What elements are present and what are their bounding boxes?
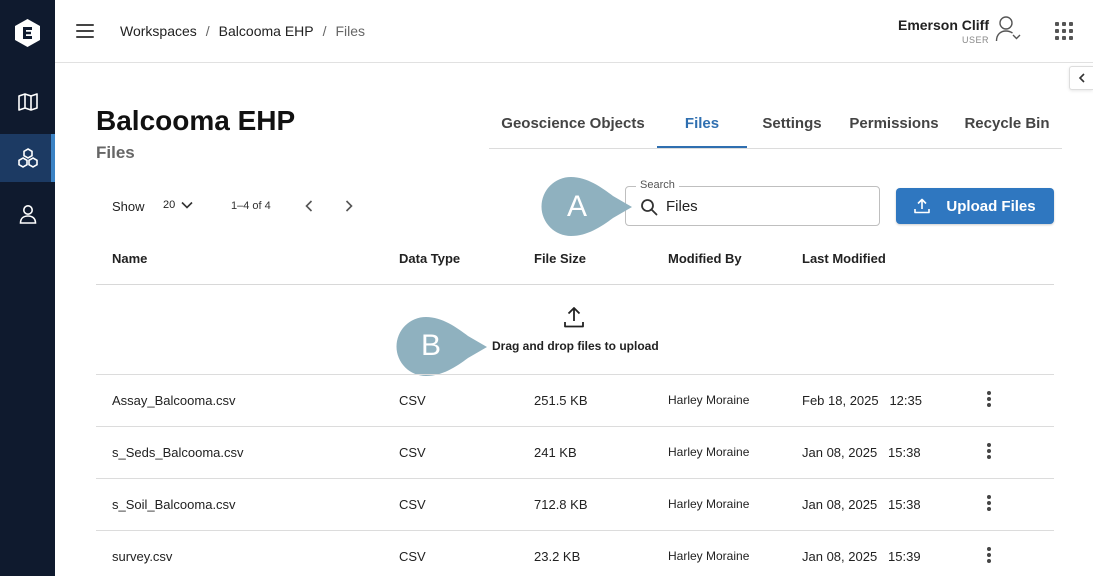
upload-icon (914, 198, 931, 214)
breadcrumb-separator: / (322, 23, 327, 39)
table-row[interactable]: s_Soil_Balcooma.csv CSV 712.8 KB Harley … (96, 478, 1054, 530)
tab-permissions[interactable]: Permissions (841, 100, 947, 148)
search-label: Search (636, 179, 679, 191)
chevron-right-icon (345, 200, 353, 212)
chevron-left-icon (305, 200, 313, 212)
table-row[interactable]: s_Seds_Balcooma.csv CSV 241 KB Harley Mo… (96, 426, 1054, 478)
file-name[interactable]: s_Seds_Balcooma.csv (112, 445, 244, 460)
column-header-last-modified[interactable]: Last Modified (802, 251, 886, 266)
column-header-file-size[interactable]: File Size (534, 251, 586, 266)
file-type: CSV (399, 445, 426, 460)
top-bar: Workspaces / Balcooma EHP / Files Emerso… (55, 0, 1093, 63)
modified-by: Harley Moraine (668, 445, 750, 459)
last-modified: Jan 08, 2025 15:38 (802, 445, 921, 460)
tab-geoscience-objects[interactable]: Geoscience Objects (489, 100, 657, 148)
map-icon (17, 93, 38, 111)
last-modified: Jan 08, 2025 15:38 (802, 497, 921, 512)
per-page-select[interactable]: 20 (163, 199, 193, 211)
rail-item-profile[interactable] (0, 190, 55, 238)
user-icon[interactable] (995, 15, 1023, 43)
page-title: Balcooma EHP (96, 105, 296, 136)
header-divider (96, 284, 1054, 285)
kebab-menu-icon[interactable] (985, 391, 993, 411)
file-name[interactable]: Assay_Balcooma.csv (112, 393, 236, 408)
rail-item-map[interactable] (0, 78, 55, 126)
callout-b-letter: B (421, 329, 442, 362)
callout-a-letter: A (567, 190, 588, 223)
search-input[interactable] (666, 195, 866, 217)
tab-bar: Geoscience Objects Files Settings Permis… (489, 100, 1062, 149)
user-role: USER (961, 35, 989, 45)
breadcrumb-separator: / (205, 23, 210, 39)
callout-b-marker (396, 317, 487, 376)
app-logo-icon[interactable] (15, 19, 40, 47)
tab-files[interactable]: Files (657, 100, 747, 148)
chevron-down-icon (181, 201, 193, 209)
breadcrumb-workspaces[interactable]: Workspaces (120, 23, 197, 39)
file-size: 23.2 KB (534, 549, 581, 564)
previous-page-button[interactable] (299, 196, 319, 216)
kebab-menu-icon[interactable] (985, 495, 993, 515)
page-range: 1–4 of 4 (231, 200, 271, 212)
file-size: 241 KB (534, 445, 577, 460)
breadcrumb-workspace[interactable]: Balcooma EHP (219, 23, 314, 39)
kebab-menu-icon[interactable] (985, 547, 993, 567)
search-icon (641, 199, 658, 216)
page-subtitle: Files (96, 143, 135, 162)
file-name[interactable]: survey.csv (112, 549, 172, 564)
column-header-data-type[interactable]: Data Type (399, 251, 460, 266)
side-rail (0, 0, 55, 576)
per-page-value: 20 (163, 199, 176, 211)
column-header-modified-by[interactable]: Modified By (668, 251, 742, 266)
column-header-name[interactable]: Name (112, 251, 147, 266)
tab-settings[interactable]: Settings (747, 100, 837, 148)
hamburger-icon[interactable] (76, 24, 94, 38)
kebab-menu-icon[interactable] (985, 443, 993, 463)
chevron-left-icon (1078, 73, 1085, 83)
collapse-panel-button[interactable] (1069, 66, 1093, 90)
file-name[interactable]: s_Soil_Balcooma.csv (112, 497, 236, 512)
file-size: 712.8 KB (534, 497, 588, 512)
apps-grid-icon[interactable] (1055, 22, 1073, 40)
upload-icon[interactable] (563, 305, 585, 329)
user-profile-icon (19, 205, 36, 224)
modified-by: Harley Moraine (668, 497, 750, 511)
search-field[interactable]: Search (625, 179, 880, 226)
breadcrumb: Workspaces / Balcooma EHP / Files (120, 23, 365, 39)
modified-by: Harley Moraine (668, 549, 750, 563)
rail-item-workspaces[interactable] (0, 134, 55, 182)
file-size: 251.5 KB (534, 393, 588, 408)
dropzone-text[interactable]: Drag and drop files to upload (492, 339, 659, 353)
workspaces-icon (17, 148, 38, 168)
file-type: CSV (399, 393, 426, 408)
modified-by: Harley Moraine (668, 393, 750, 407)
breadcrumb-current: Files (335, 23, 366, 39)
tab-recycle-bin[interactable]: Recycle Bin (955, 100, 1059, 148)
last-modified: Feb 18, 2025 12:35 (802, 393, 922, 408)
file-type: CSV (399, 497, 426, 512)
upload-files-button[interactable]: Upload Files (896, 188, 1054, 224)
next-page-button[interactable] (339, 196, 359, 216)
show-label: Show (112, 199, 145, 214)
last-modified: Jan 08, 2025 15:39 (802, 549, 921, 564)
upload-files-label: Upload Files (946, 197, 1036, 215)
user-name: Emerson Cliff (897, 17, 989, 33)
table-row[interactable]: survey.csv CSV 23.2 KB Harley Moraine Ja… (96, 530, 1054, 582)
file-type: CSV (399, 549, 426, 564)
table-row[interactable]: Assay_Balcooma.csv CSV 251.5 KB Harley M… (96, 374, 1054, 426)
